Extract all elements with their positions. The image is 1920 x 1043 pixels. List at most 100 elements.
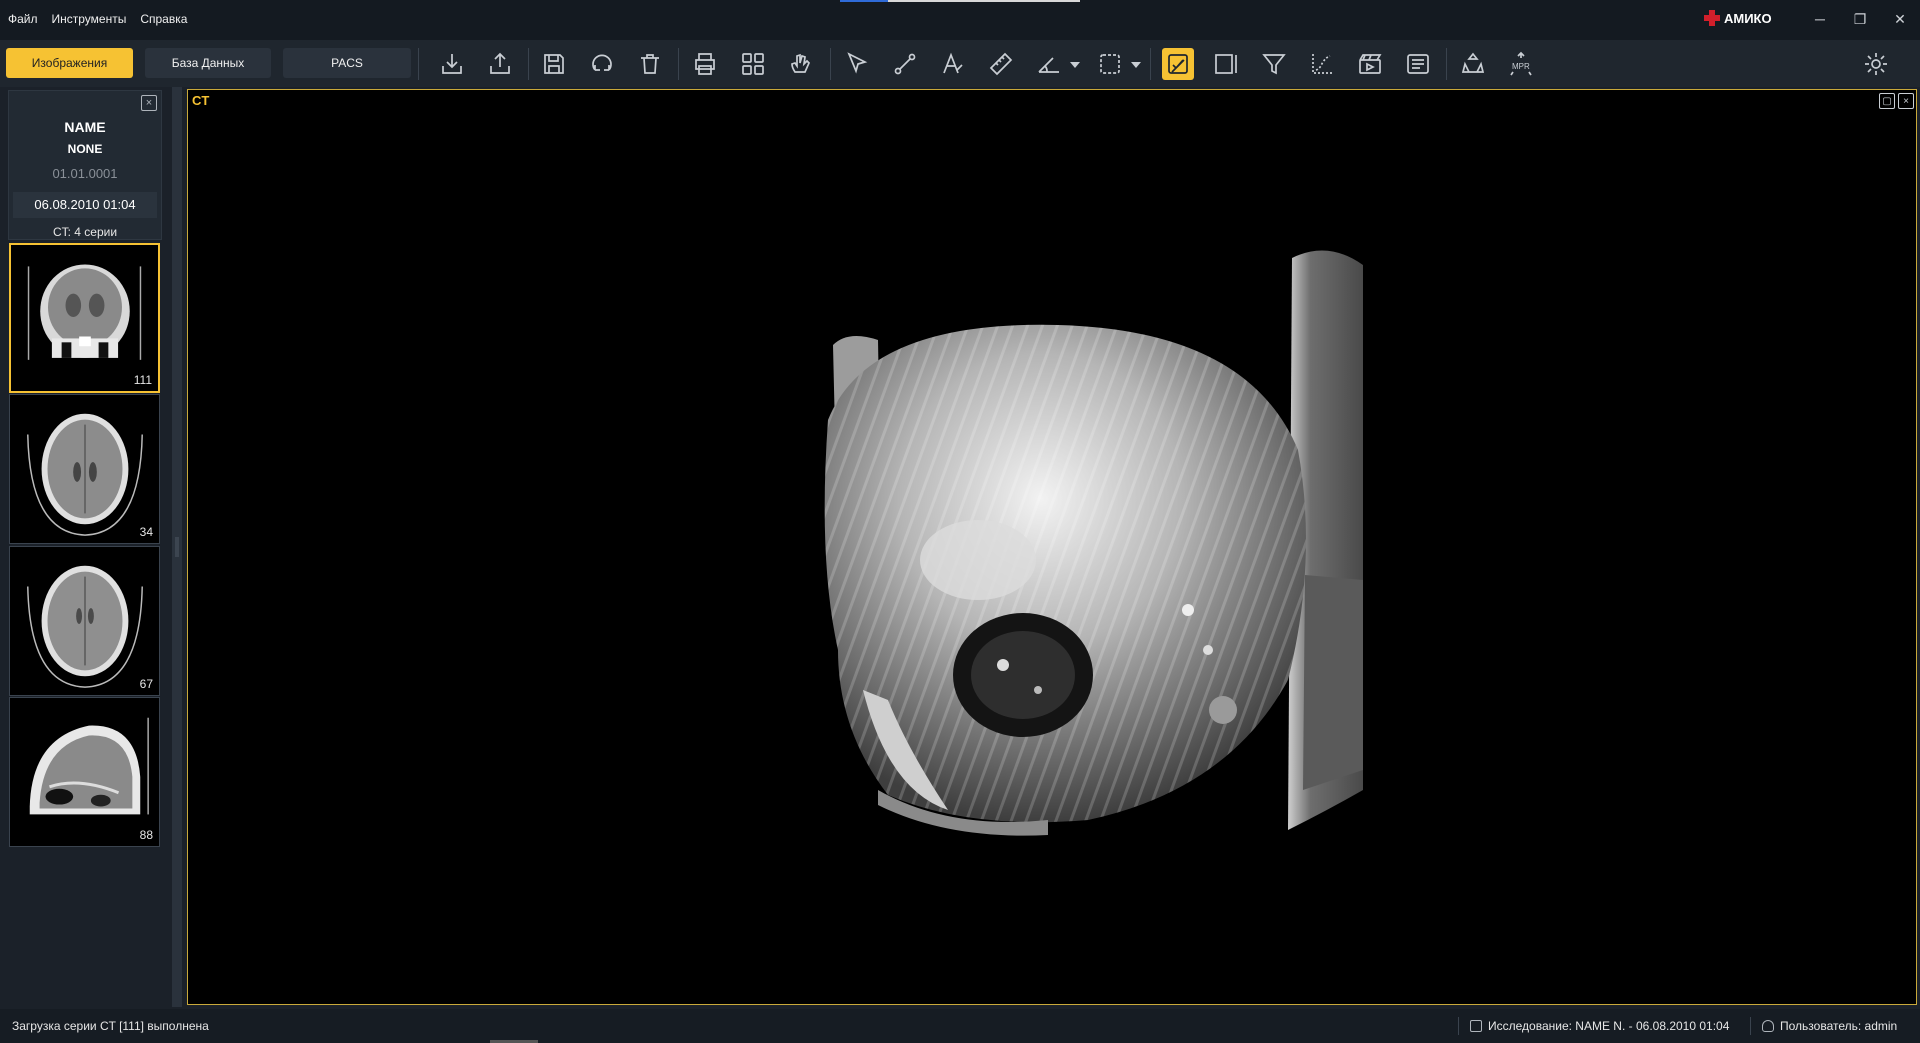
- curve-button[interactable]: [1306, 48, 1338, 80]
- series-sync-icon: [1168, 54, 1188, 74]
- report-button[interactable]: [1402, 48, 1434, 80]
- tab-images[interactable]: Изображения: [6, 48, 133, 78]
- pointer-icon: [847, 52, 868, 74]
- axial-ct-preview: [27, 413, 143, 536]
- medical-cross-icon: [1704, 10, 1720, 26]
- brand-logo: АМИКО: [1704, 10, 1772, 26]
- status-message: Загрузка серии CT [111] выполнена: [12, 1019, 209, 1033]
- status-study-text: Исследование: NAME N. - 06.08.2010 01:04: [1488, 1019, 1730, 1033]
- study-panel: × NAME NONE 01.01.0001 06.08.2010 01:04 …: [0, 87, 170, 1007]
- tab-pacs[interactable]: PACS: [283, 48, 411, 78]
- mpr-icon: MPR: [1510, 51, 1532, 76]
- settings-button[interactable]: [1860, 48, 1892, 80]
- filter-icon: [1262, 54, 1286, 75]
- probe-button[interactable]: [889, 48, 921, 80]
- window-controls: ─ ❐ ✕: [1800, 8, 1920, 30]
- tab-database[interactable]: База Данных: [145, 48, 271, 78]
- axial-ct-preview: [27, 565, 143, 688]
- pan-button[interactable]: [785, 48, 817, 80]
- series-thumbnail[interactable]: 111: [9, 243, 160, 393]
- series-thumbnail[interactable]: 67: [9, 546, 160, 696]
- curve-icon: [1312, 54, 1332, 74]
- patient-name: NAME: [64, 119, 106, 135]
- filter-button[interactable]: [1258, 48, 1290, 80]
- layout-button[interactable]: [737, 48, 769, 80]
- patient-id: NONE: [67, 142, 103, 156]
- series-summary: CT: 4 серии: [52, 225, 118, 239]
- cine-icon: [1359, 54, 1382, 74]
- image-count: 67: [139, 677, 153, 691]
- study-card[interactable]: × NAME NONE 01.01.0001 06.08.2010 01:04 …: [8, 90, 162, 240]
- brand-name: АМИКО: [1724, 10, 1772, 26]
- 3d-render-button[interactable]: [1457, 48, 1489, 80]
- import-icon: [442, 54, 462, 74]
- minimize-button[interactable]: ─: [1800, 8, 1840, 30]
- user-icon: [1762, 1020, 1774, 1032]
- title-accent-bar: [840, 0, 1080, 2]
- menu-file[interactable]: Файл: [8, 12, 38, 26]
- text-annotation-icon: [943, 52, 963, 74]
- series-thumbnail[interactable]: 88: [9, 697, 160, 847]
- svg-text:MPR: MPR: [1512, 62, 1530, 71]
- delete-icon: [641, 54, 659, 74]
- menu-tools[interactable]: Инструменты: [52, 12, 127, 26]
- maximize-viewport-icon[interactable]: ▢: [1879, 93, 1895, 109]
- 3d-render-icon: [1461, 52, 1485, 73]
- menu-help[interactable]: Справка: [140, 12, 187, 26]
- coronal-ct-preview: [27, 264, 142, 360]
- ruler-icon: [989, 52, 1013, 76]
- rotate-button[interactable]: [586, 48, 618, 80]
- window-frame-icon: [1215, 54, 1237, 74]
- close-viewport-icon[interactable]: ×: [1898, 93, 1914, 109]
- study-datetime: 06.08.2010 01:04: [13, 192, 157, 218]
- image-count: 88: [139, 828, 153, 842]
- main-menu: Файл Инструменты Справка: [8, 12, 187, 26]
- panel-splitter[interactable]: [172, 87, 182, 1007]
- print-button[interactable]: [689, 48, 721, 80]
- hand-pan-icon: [791, 53, 811, 73]
- import-button[interactable]: [436, 48, 468, 80]
- image-viewport[interactable]: CT ▢ ×: [187, 89, 1917, 1005]
- ruler-button[interactable]: [985, 48, 1017, 80]
- restore-button[interactable]: ❐: [1840, 8, 1880, 30]
- title-bar: Файл Инструменты Справка АМИКО ─ ❐ ✕: [0, 0, 1920, 40]
- viewport-controls: ▢ ×: [1879, 93, 1914, 109]
- window-frame-button[interactable]: [1210, 48, 1242, 80]
- close-window-button[interactable]: ✕: [1880, 8, 1920, 30]
- roi-dropdown-icon[interactable]: [1131, 62, 1141, 68]
- save-icon: [544, 54, 564, 74]
- status-user-text: Пользователь: admin: [1780, 1019, 1898, 1033]
- document-icon: [1470, 1020, 1482, 1032]
- image-count: 111: [133, 373, 152, 387]
- series-sync-button[interactable]: [1162, 48, 1194, 80]
- modality-label: CT: [192, 93, 210, 108]
- layout-grid-icon: [742, 53, 764, 75]
- birth-date: 01.01.0001: [52, 166, 118, 181]
- status-bar: Загрузка серии CT [111] выполнена Исслед…: [0, 1009, 1920, 1043]
- angle-dropdown-icon[interactable]: [1070, 62, 1080, 68]
- sagittal-ct-preview: [29, 717, 149, 815]
- roi-select-button[interactable]: [1094, 48, 1126, 80]
- close-study-icon[interactable]: ×: [141, 95, 157, 111]
- settings-icon: [1865, 53, 1887, 75]
- series-thumbnail[interactable]: 34: [9, 394, 160, 544]
- report-icon: [1407, 54, 1429, 74]
- probe-icon: [894, 53, 916, 75]
- main-toolbar: Изображения База Данных PACS MPR: [0, 40, 1920, 87]
- export-button[interactable]: [484, 48, 516, 80]
- print-icon: [695, 53, 715, 75]
- mpr-button[interactable]: MPR: [1505, 48, 1537, 80]
- angle-button[interactable]: [1033, 48, 1065, 80]
- 3d-skull-render: [824, 250, 1363, 836]
- status-user: Пользователь: admin: [1762, 1019, 1897, 1033]
- save-button[interactable]: [538, 48, 570, 80]
- angle-icon: [1038, 57, 1059, 73]
- delete-button[interactable]: [634, 48, 666, 80]
- export-icon: [490, 52, 510, 74]
- status-study: Исследование: NAME N. - 06.08.2010 01:04: [1470, 1019, 1729, 1033]
- text-annotation-button[interactable]: [937, 48, 969, 80]
- cine-button[interactable]: [1354, 48, 1386, 80]
- pointer-button[interactable]: [841, 48, 873, 80]
- rotate-icon: [592, 54, 612, 71]
- image-count: 34: [139, 525, 153, 539]
